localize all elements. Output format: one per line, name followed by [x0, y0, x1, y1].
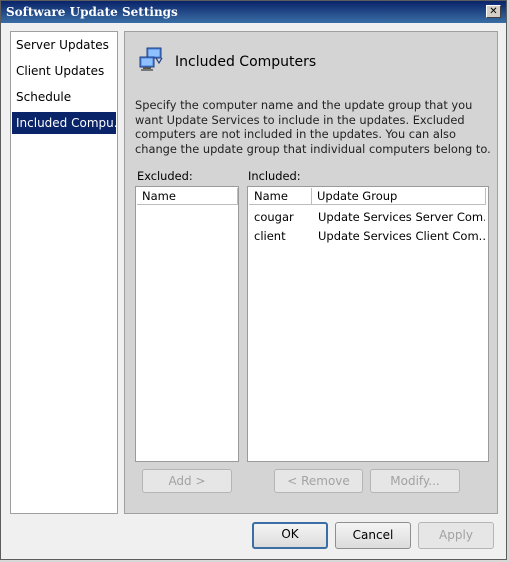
- nav-item-included-computers[interactable]: Included Compu...: [12, 112, 116, 134]
- table-row[interactable]: client Update Services Client Com...: [249, 227, 487, 246]
- page-description: Specify the computer name and the update…: [135, 98, 491, 156]
- nav-item-client-updates[interactable]: Client Updates: [12, 60, 116, 82]
- nav-item-schedule[interactable]: Schedule: [12, 86, 116, 108]
- settings-content: Included Computers Specify the computer …: [124, 31, 498, 514]
- cancel-button[interactable]: Cancel: [335, 522, 411, 549]
- remove-button[interactable]: < Remove: [274, 469, 363, 493]
- close-icon: ✕: [489, 6, 498, 17]
- excluded-list[interactable]: Name: [135, 186, 239, 462]
- title-bar[interactable]: Software Update Settings ✕: [1, 1, 506, 23]
- row-name: cougar: [254, 210, 294, 224]
- row-update-group: Update Services Client Com...: [318, 229, 485, 243]
- page-title: Included Computers: [175, 54, 317, 70]
- nav-item-server-updates[interactable]: Server Updates: [12, 34, 116, 56]
- included-label: Included:: [248, 169, 301, 183]
- apply-button[interactable]: Apply: [418, 522, 494, 549]
- computers-icon: [139, 47, 163, 71]
- settings-nav: Server Updates Client Updates Schedule I…: [10, 31, 118, 514]
- row-name: client: [254, 229, 286, 243]
- excluded-column-name[interactable]: Name: [137, 188, 238, 205]
- included-column-update-group[interactable]: Update Group: [312, 188, 486, 205]
- row-update-group: Update Services Server Com...: [318, 210, 485, 224]
- table-row[interactable]: cougar Update Services Server Com...: [249, 208, 487, 227]
- included-list[interactable]: Name Update Group cougar Update Services…: [247, 186, 489, 462]
- excluded-label: Excluded:: [137, 169, 193, 183]
- dialog-window: Software Update Settings ✕ Server Update…: [0, 0, 507, 560]
- ok-button[interactable]: OK: [252, 522, 328, 549]
- modify-button[interactable]: Modify...: [370, 469, 460, 493]
- included-column-name[interactable]: Name: [249, 188, 312, 205]
- add-button[interactable]: Add >: [142, 469, 232, 493]
- window-title: Software Update Settings: [6, 5, 178, 19]
- close-button[interactable]: ✕: [486, 5, 501, 18]
